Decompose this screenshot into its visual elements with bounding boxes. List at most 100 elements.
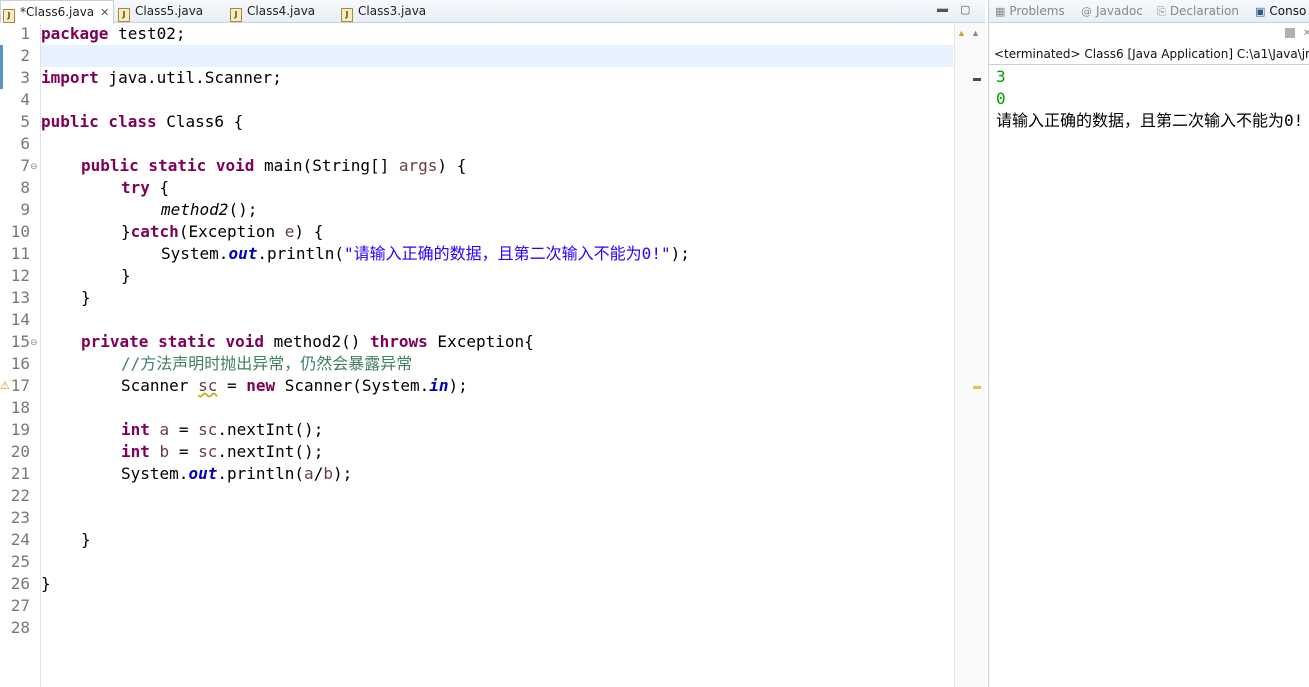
static-field: out — [188, 464, 218, 483]
tab-label: Problems — [1009, 4, 1065, 18]
tab-class5-java[interactable]: J Class5.java — [118, 0, 203, 22]
code-text: (Exception — [178, 222, 285, 241]
console-input-line: 3 — [996, 67, 1006, 86]
code-editor[interactable]: package test02; import java.util.Scanner… — [41, 23, 953, 687]
ruler-warning-marker[interactable] — [973, 386, 981, 389]
tab-label: Class4.java — [247, 4, 316, 18]
code-line[interactable]: method2(); — [161, 199, 257, 221]
line-number: 1 — [20, 24, 30, 43]
keyword: try — [121, 178, 150, 197]
code-text: .println( — [217, 464, 305, 483]
tab-label: Javadoc — [1096, 4, 1143, 18]
tab-class6-java[interactable]: J *Class6.java ✕ — [0, 0, 114, 24]
code-line[interactable]: public static void main(String[] args) { — [81, 155, 466, 177]
code-text: test02; — [108, 24, 186, 43]
code-text: System. — [161, 244, 229, 263]
static-field: out — [228, 244, 258, 263]
java-file-icon: J — [341, 8, 353, 22]
tab-problems[interactable]: ▦ Problems — [995, 0, 1065, 22]
local-variable: sc — [198, 420, 218, 439]
java-file-icon: J — [3, 9, 15, 23]
problems-icon: ▦ — [995, 5, 1006, 18]
code-text: = — [169, 420, 199, 439]
keyword: import — [41, 68, 99, 87]
parameter: args — [398, 156, 438, 175]
line-number: 24 — [10, 530, 30, 549]
code-line[interactable]: Scanner sc = new Scanner(System.in); — [121, 375, 468, 397]
code-text: = — [169, 442, 199, 461]
line-number: 11 — [10, 244, 30, 263]
code-text: java.util.Scanner; — [98, 68, 282, 87]
tab-console[interactable]: ▣ Conso — [1255, 0, 1306, 22]
close-icon[interactable]: ✕ — [100, 6, 109, 19]
code-line[interactable]: } — [121, 265, 131, 287]
code-line[interactable]: }catch(Exception e) { — [121, 221, 323, 243]
console-input-line: 0 — [996, 89, 1006, 108]
code-line[interactable]: System.out.println("请输入正确的数据，且第二次输入不能为0!… — [161, 243, 690, 265]
code-line[interactable]: try { — [121, 177, 169, 199]
line-number: 19 — [10, 420, 30, 439]
line-number: 21 — [10, 464, 30, 483]
line-number: 27 — [10, 596, 30, 615]
tab-declaration[interactable]: ⎘ Declaration — [1157, 0, 1239, 22]
tab-label: *Class6.java — [20, 5, 95, 19]
tab-javadoc[interactable]: @ Javadoc — [1081, 0, 1143, 22]
code-line[interactable]: } — [81, 529, 91, 551]
line-number: 15 — [10, 332, 30, 351]
declaration-icon: ⎘ — [1157, 5, 1166, 18]
keyword: public class — [41, 112, 157, 131]
line-number: 10 — [10, 222, 30, 241]
overview-ruler[interactable]: ▲ ▲ — [954, 23, 985, 687]
line-number: 2 — [20, 46, 30, 65]
console-tab-bar: ▦ Problems @ Javadoc ⎘ Declaration ▣ Conso — [989, 0, 1309, 23]
keyword: private static void — [81, 332, 265, 351]
code-line[interactable]: int a = sc.nextInt(); — [121, 419, 323, 441]
keyword: int — [121, 442, 150, 461]
minimize-icon[interactable]: ▬ — [937, 3, 949, 15]
line-number: 5 — [20, 112, 30, 131]
remove-launch-icon[interactable]: ✕ — [1303, 28, 1309, 39]
scroll-up-icon[interactable]: ▲ — [971, 28, 980, 38]
code-text: ) { — [437, 156, 467, 175]
line-number: 14 — [10, 310, 30, 329]
keyword: public static void — [81, 156, 255, 175]
code-line[interactable]: private static void method2() throws Exc… — [81, 331, 534, 353]
keyword: new — [246, 376, 276, 395]
code-text: Scanner(System. — [275, 376, 430, 395]
code-text: / — [313, 464, 324, 483]
code-text: ) { — [294, 222, 324, 241]
javadoc-icon: @ — [1081, 5, 1092, 18]
line-number: 4 — [20, 90, 30, 109]
line-number: 3 — [20, 68, 30, 87]
code-line[interactable]: } — [41, 573, 51, 595]
code-text: Exception{ — [427, 332, 534, 351]
code-text: .nextInt(); — [217, 442, 324, 461]
local-variable: a — [304, 464, 314, 483]
tab-class3-java[interactable]: J Class3.java — [341, 0, 426, 22]
fold-collapse-icon[interactable]: ⊖ — [30, 331, 38, 353]
fold-collapse-icon[interactable]: ⊖ — [30, 155, 38, 177]
code-text: main(String[] — [254, 156, 399, 175]
code-text: { — [149, 178, 170, 197]
tab-class4-java[interactable]: J Class4.java — [230, 0, 315, 22]
code-line[interactable]: import java.util.Scanner; — [41, 67, 282, 89]
line-number: 16 — [10, 354, 30, 373]
code-line[interactable]: System.out.println(a/b); — [121, 463, 352, 485]
keyword: int — [121, 420, 150, 439]
maximize-icon[interactable]: ▢ — [960, 3, 972, 16]
console-icon: ▣ — [1255, 5, 1266, 18]
line-number: 22 — [10, 486, 30, 505]
code-line[interactable]: package test02; — [41, 23, 186, 45]
code-line[interactable]: } — [81, 287, 91, 309]
divider — [989, 64, 1309, 65]
line-number: 25 — [10, 552, 30, 571]
keyword: package — [41, 24, 109, 43]
code-line[interactable]: public class Class6 { — [41, 111, 243, 133]
line-number: 12 — [10, 266, 30, 285]
code-line[interactable]: //方法声明时抛出异常，仍然会暴露异常 — [121, 353, 412, 375]
warning-summary-icon[interactable]: ▲ — [957, 28, 966, 38]
code-line[interactable]: int b = sc.nextInt(); — [121, 441, 323, 463]
terminate-icon[interactable] — [1285, 28, 1295, 38]
ruler-marker[interactable] — [973, 78, 981, 81]
tab-label: Conso — [1269, 4, 1307, 18]
